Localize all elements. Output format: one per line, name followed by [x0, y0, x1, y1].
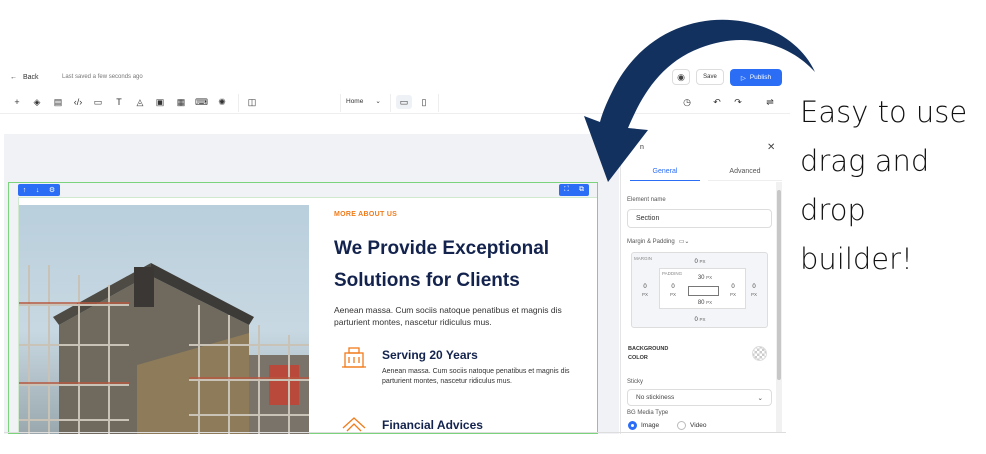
unit: PX [706, 275, 713, 280]
margin-padding-label: Margin & Padding ▭⌄ [627, 238, 690, 246]
curved-arrow-icon [584, 19, 815, 183]
plus-icon[interactable]: + [11, 96, 23, 108]
margin-right-value[interactable]: 0 PX [749, 284, 759, 298]
code-icon[interactable]: ‹/› [72, 96, 84, 108]
layers-icon[interactable]: ◈ [31, 96, 43, 108]
media-option-image: Image [641, 422, 660, 429]
sticky-value: No stickiness [636, 394, 675, 401]
bg-media-label: BG Media Type [627, 410, 669, 416]
page-icon[interactable]: ▤ [52, 96, 64, 108]
sticky-select[interactable]: No stickiness ⌄ [627, 389, 772, 406]
terminal-icon[interactable]: ⌨ [195, 96, 208, 108]
feature-title: Financial Advices [382, 418, 483, 432]
element-name-input[interactable]: Section [627, 209, 772, 228]
back-button[interactable]: ← Back [10, 74, 39, 81]
value: 0 [694, 259, 698, 265]
callout-text: Easy to use drag and drop builder! [800, 88, 980, 284]
desktop-icon[interactable]: ▭⌄ [679, 238, 690, 245]
arrow-left-icon: ← [10, 74, 17, 81]
margin-label: MARGIN [634, 256, 652, 261]
divider [4, 432, 786, 433]
building-icon [342, 347, 366, 368]
comment-icon[interactable]: ▭ [92, 96, 104, 108]
margin-top-value[interactable]: 0 PX [690, 258, 710, 266]
unit: PX [641, 292, 648, 297]
divider [238, 94, 239, 112]
building-photo[interactable] [19, 205, 309, 434]
section-intro: Aenean massa. Cum sociis natoque penatib… [334, 305, 562, 327]
unit: PX [669, 292, 676, 297]
callout-line: drag and [800, 144, 930, 178]
arrow-up-icon[interactable]: ↑ [23, 187, 27, 194]
value: 30 [697, 275, 705, 281]
padding-label: PADDING [662, 271, 683, 276]
chevron-down-icon: ⌄ [757, 395, 763, 402]
padding-bottom-value[interactable]: 80 PX [693, 299, 717, 307]
label-line: COLOR [628, 355, 648, 361]
value: 0 [671, 284, 675, 290]
margin-left-value[interactable]: 0 PX [640, 284, 650, 298]
padding-right-value[interactable]: 0 PX [728, 284, 738, 298]
text-icon[interactable]: T [113, 96, 125, 108]
feature-title: Serving 20 Years [382, 348, 478, 362]
back-label: Back [23, 74, 39, 81]
roof-icon [342, 417, 366, 432]
value: 0 [694, 317, 698, 323]
desktop-icon[interactable]: ▭ [398, 96, 410, 108]
label-line: BACKGROUND [628, 346, 669, 352]
shapes-icon[interactable]: ◬ [134, 96, 146, 108]
margin-bottom-value[interactable]: 0 PX [690, 316, 710, 324]
unit: PX [706, 300, 713, 305]
settings-icon[interactable]: ✺ [216, 96, 228, 108]
chevron-down-icon: ⌄ [375, 98, 381, 105]
sticky-label: Sticky [627, 379, 644, 385]
sidebar-toggle-icon[interactable]: ◫ [246, 96, 258, 108]
unit: PX [699, 317, 706, 322]
divider [438, 94, 439, 112]
media-radio-image[interactable] [628, 421, 637, 430]
feature-text: Aenean massa. Cum sociis natoque penatib… [382, 368, 570, 385]
page-select-value: Home [346, 97, 364, 105]
page-select[interactable]: Home ⌄ [346, 97, 381, 106]
gear-icon[interactable]: ⚙ [49, 186, 55, 194]
value: 0 [731, 284, 735, 290]
section-headline: We Provide Exceptional Solutions for Cli… [334, 238, 550, 291]
callout-line: builder! [800, 242, 913, 276]
callout-line: drop [800, 193, 866, 227]
callout-line: Easy to use [800, 95, 968, 129]
padding-top-value[interactable]: 30 PX [693, 274, 717, 282]
margin-padding-label-text: Margin & Padding [627, 238, 675, 245]
value: 0 [752, 284, 756, 290]
mobile-icon[interactable]: ▯ [418, 96, 430, 108]
screenshot-stage: ← Back Last saved a few seconds ago ◉ Sa… [0, 0, 986, 454]
value: 0 [643, 284, 647, 290]
media-option-video: Video [690, 422, 707, 429]
unit: PX [729, 292, 736, 297]
background-color-swatch[interactable] [752, 346, 767, 361]
divider [390, 94, 391, 112]
unit: PX [699, 259, 706, 264]
media-radio-video[interactable] [677, 421, 686, 430]
save-status: Last saved a few seconds ago [62, 74, 143, 80]
scrollbar-thumb[interactable] [777, 190, 781, 380]
unit: PX [750, 292, 757, 297]
padding-left-value[interactable]: 0 PX [668, 284, 678, 298]
section-kicker: MORE ABOUT US [334, 211, 398, 218]
section-handle-bar[interactable]: ↑ ↓ ⚙ [18, 184, 60, 196]
layout-icon[interactable]: ▣ [154, 96, 166, 108]
content-box [688, 286, 719, 296]
arrow-down-icon[interactable]: ↓ [36, 187, 40, 194]
form-icon[interactable]: ▦ [175, 96, 187, 108]
value: 80 [697, 300, 705, 306]
background-color-label: BACKGROUND COLOR [628, 345, 668, 363]
divider [340, 94, 341, 112]
scaffolding-illustration [19, 263, 309, 434]
